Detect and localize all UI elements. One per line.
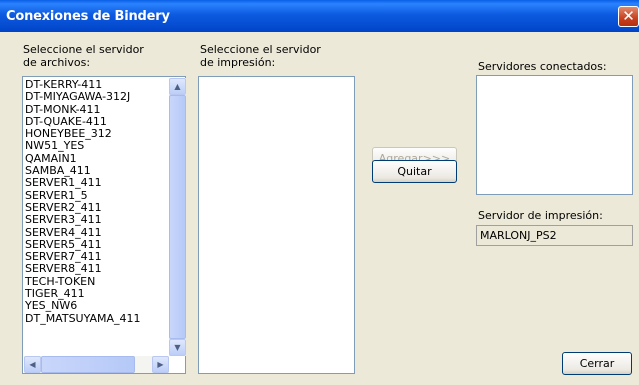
connected-servers-label: Servidores conectados: bbox=[478, 60, 607, 73]
print-servers-list[interactable] bbox=[198, 76, 355, 374]
print-server-label: Servidor de impresión: bbox=[478, 209, 603, 222]
scroll-down-icon[interactable]: ▼ bbox=[169, 339, 186, 356]
vscroll-thumb[interactable] bbox=[169, 95, 186, 339]
print-server-value: MARLONJ_PS2 bbox=[480, 229, 557, 242]
file-servers-hscroll[interactable]: ◀ ▶ bbox=[24, 356, 169, 373]
file-servers-items[interactable]: DT-KERRY-411 DT-MIYAGAWA-312J DT-MONK-41… bbox=[25, 78, 141, 325]
hscroll-thumb[interactable] bbox=[41, 356, 135, 373]
remove-button[interactable]: Quitar bbox=[372, 160, 457, 183]
print-server-field: MARLONJ_PS2 bbox=[476, 225, 633, 246]
print-servers-label: Seleccione el servidor de impresión: bbox=[200, 43, 321, 69]
close-button[interactable]: Cerrar bbox=[562, 352, 632, 375]
file-servers-label: Seleccione el servidor de archivos: bbox=[23, 43, 144, 69]
window-title: Conexiones de Bindery bbox=[6, 9, 170, 24]
close-icon[interactable]: ✕ bbox=[618, 6, 639, 27]
scroll-right-icon[interactable]: ▶ bbox=[152, 356, 169, 373]
scroll-left-icon[interactable]: ◀ bbox=[24, 356, 41, 373]
title-bar[interactable]: Conexiones de Bindery ✕ bbox=[0, 0, 639, 32]
bindery-dialog: Conexiones de Bindery ✕ Seleccione el se… bbox=[0, 0, 639, 385]
file-servers-vscroll[interactable]: ▲ ▼ bbox=[169, 78, 186, 356]
scroll-up-icon[interactable]: ▲ bbox=[169, 78, 186, 95]
connected-servers-list[interactable] bbox=[476, 75, 633, 195]
file-servers-list[interactable]: DT-KERRY-411 DT-MIYAGAWA-312J DT-MONK-41… bbox=[22, 76, 186, 374]
